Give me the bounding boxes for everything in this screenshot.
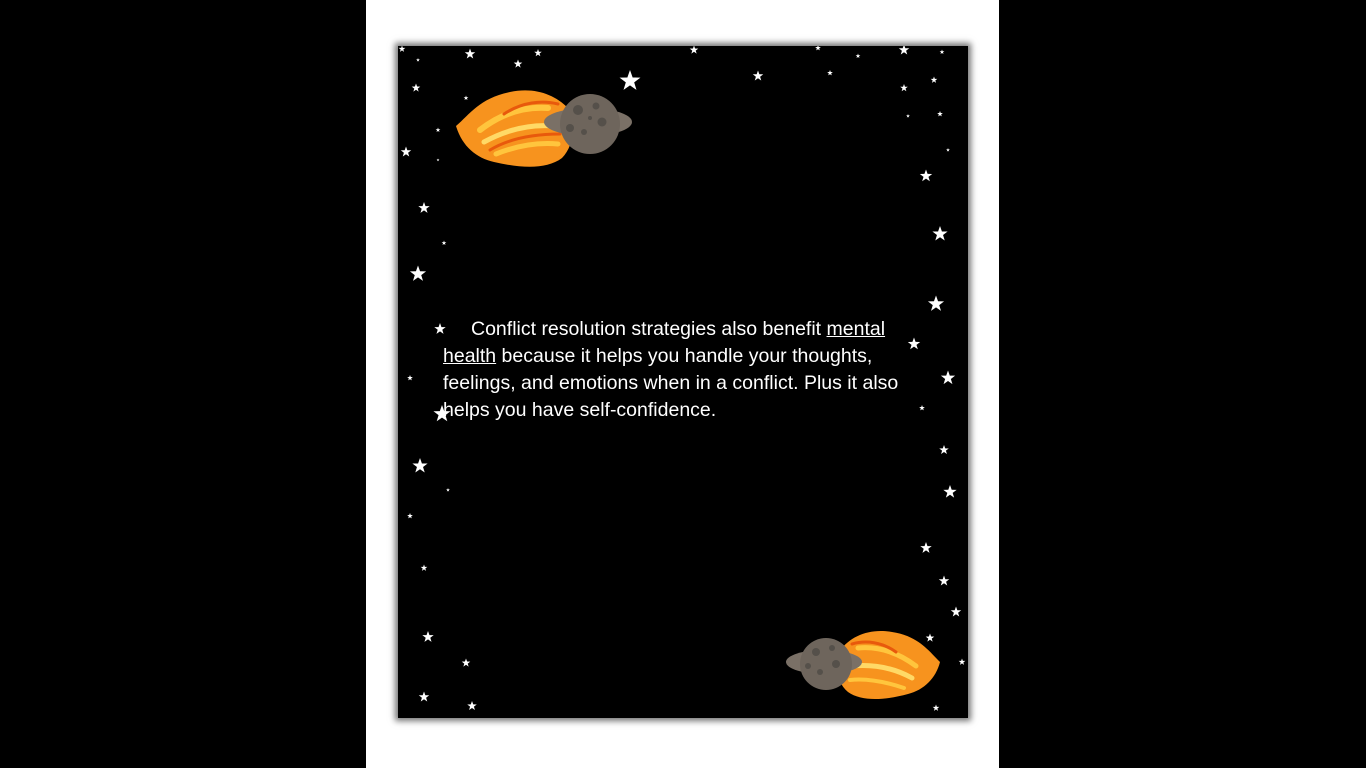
paragraph-rest-text: because it helps you handle your thought… <box>443 345 899 421</box>
document-viewer: Conflict resolution strategies also bene… <box>0 0 1366 768</box>
document-page: Conflict resolution strategies also bene… <box>366 0 999 768</box>
comet-planet-icon <box>786 630 940 699</box>
paragraph-lead-text: Conflict resolution strategies also bene… <box>471 318 827 340</box>
body-paragraph: Conflict resolution strategies also bene… <box>443 316 913 424</box>
comet-planet-icon <box>456 90 632 167</box>
space-border-frame: Conflict resolution strategies also bene… <box>398 46 968 718</box>
